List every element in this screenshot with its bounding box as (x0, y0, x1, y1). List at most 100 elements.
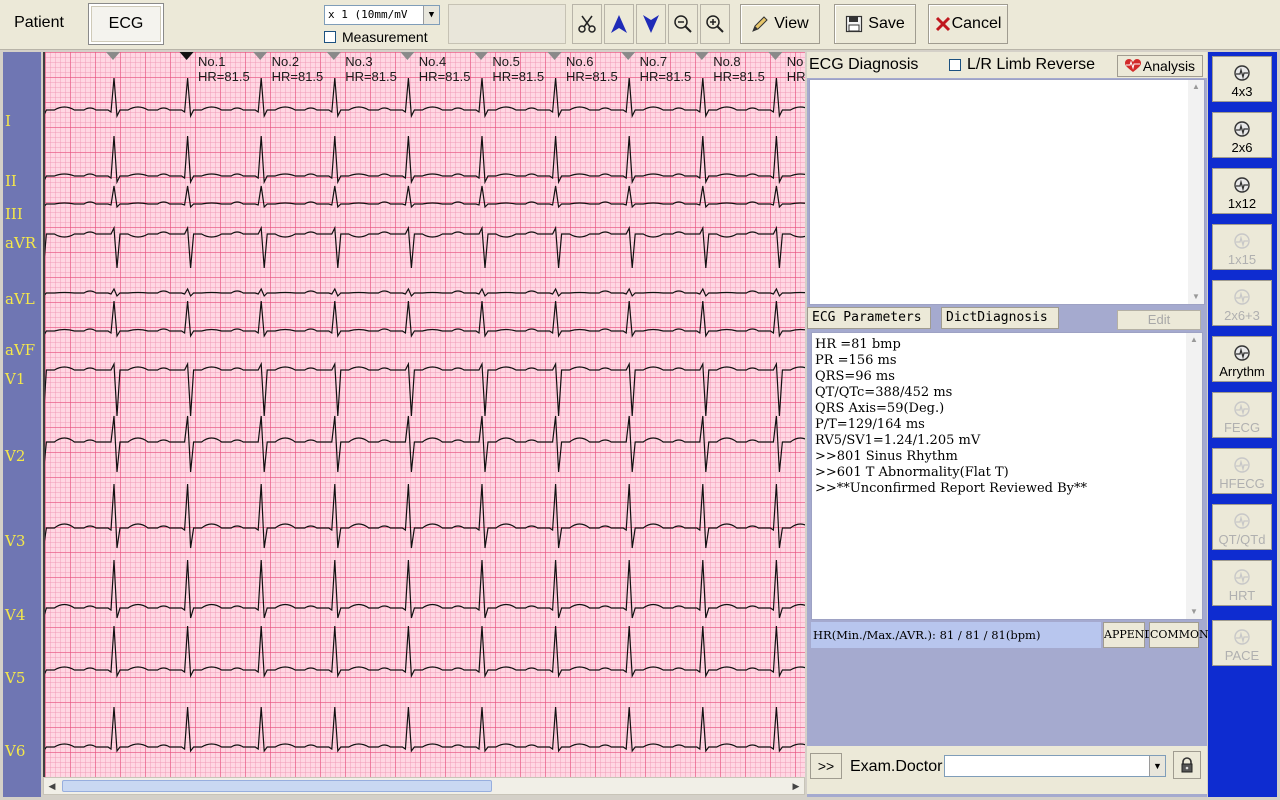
beat-heart-rate: HR=81.5 (566, 69, 618, 84)
beat-heart-rate: HR=81.5 (271, 69, 324, 84)
diagnosis-panel: ECG Diagnosis L/R Limb Reverse Analysis … (807, 52, 1209, 797)
tab-patient[interactable]: Patient (2, 3, 76, 45)
close-icon (935, 16, 950, 32)
limb-reverse-checkbox-row[interactable]: L/R Limb Reverse (949, 56, 1095, 74)
disabled-layout-icon (1234, 233, 1250, 249)
layout-button-4x3[interactable]: 4x3 (1212, 56, 1272, 102)
gain-select[interactable]: x 1 (10mm/mV ▼ (324, 5, 440, 25)
top-toolbar: Patient ECG x 1 (10mm/mV ▼ Measurement V… (0, 0, 1280, 50)
zoom-out-button[interactable] (668, 4, 698, 44)
arrow-down-icon (643, 15, 659, 33)
layout-button-label: HRT (1228, 588, 1256, 603)
toolbar-blank-field (448, 4, 566, 44)
view-button[interactable]: View (740, 4, 820, 44)
parameter-line: QT/QTc=388/452 ms (815, 385, 953, 400)
arrow-up-icon (611, 15, 627, 33)
lock-button[interactable] (1173, 751, 1201, 779)
disabled-layout-icon (1234, 457, 1250, 473)
save-button[interactable]: Save (834, 4, 916, 44)
layout-button-qt-qtd[interactable]: QT/QTd (1212, 504, 1272, 550)
horizontal-scrollbar[interactable]: ◀ ▶ (43, 777, 805, 795)
ecg-trace-avr (45, 225, 805, 269)
edit-button[interactable]: Edit (1117, 310, 1201, 330)
beat-label: No.7 HR=81.5 (640, 54, 692, 84)
tab-ecg[interactable]: ECG (88, 3, 164, 45)
beat-number: No.8 (713, 54, 741, 69)
measurement-label: Measurement (342, 29, 428, 45)
chevron-down-icon[interactable]: ▼ (1149, 756, 1165, 776)
ecg-waveforms (45, 52, 805, 753)
cut-button[interactable] (572, 4, 602, 44)
layout-button-label: 1x12 (1227, 196, 1257, 211)
layout-button-hfecg[interactable]: HFECG (1212, 448, 1272, 494)
diagnosis-scrollbar[interactable]: ▲ ▼ (1188, 80, 1204, 304)
parameter-scrollbar[interactable]: ▲ ▼ (1186, 333, 1202, 619)
measurement-checkbox-row[interactable]: Measurement (324, 28, 428, 46)
beat-label: No.4 HR=81.5 (419, 54, 471, 84)
scroll-up-icon[interactable]: ▲ (1188, 80, 1204, 94)
beat-label: No.1 HR=81.5 (198, 54, 250, 84)
parameter-lines: HR =81 bmp PR =156 ms QRS=96 ms QT/QTc=388/… (815, 337, 1087, 497)
heart-monitor-icon (1234, 345, 1250, 361)
append-button[interactable]: APPEND (1103, 622, 1153, 648)
beat-heart-rate: HR=81.5 (639, 69, 692, 84)
gain-down-button[interactable] (636, 4, 666, 44)
chevron-down-icon[interactable]: ▼ (423, 6, 439, 24)
disabled-layout-icon (1234, 513, 1250, 529)
diagnosis-text-area[interactable]: ▲ ▼ (809, 79, 1205, 305)
scissors-icon (578, 15, 596, 33)
heart-monitor-icon (1234, 121, 1250, 137)
layout-button-2x6-3[interactable]: 2x6+3 (1212, 280, 1272, 326)
cancel-button[interactable]: Cancel (928, 4, 1008, 44)
layout-button-1x12[interactable]: 1x12 (1212, 168, 1272, 214)
limb-reverse-label: L/R Limb Reverse (967, 56, 1096, 73)
scroll-left-icon[interactable]: ◀ (44, 778, 60, 794)
analysis-button[interactable]: Analysis (1117, 55, 1203, 77)
lead-label-avf: aVF (5, 341, 36, 359)
tab-dict-diagnosis[interactable]: DictDiagnosis (941, 307, 1059, 329)
hr-summary-row: HR(Min./Max./AVR.): 81 / 81 / 81(bpm) AP… (811, 622, 1209, 648)
measurement-checkbox[interactable] (324, 31, 336, 43)
zoom-out-icon (674, 15, 692, 33)
beat-number: No (786, 54, 804, 69)
common-button[interactable]: COMMON (1149, 622, 1209, 648)
gain-up-button[interactable] (604, 4, 634, 44)
tab-ecg-parameters[interactable]: ECG Parameters (807, 307, 931, 329)
disabled-layout-icon (1234, 289, 1250, 305)
diagnosis-title: ECG Diagnosis (809, 56, 919, 73)
gain-value: x 1 (10mm/mV (328, 8, 408, 21)
lead-label-v6: V6 (5, 742, 26, 760)
parameter-text-area[interactable]: HR =81 bmp PR =156 ms QRS=96 ms QT/QTc=388/… (811, 332, 1203, 620)
cancel-label: Cancel (951, 15, 1002, 32)
ecg-trace-v4 (45, 559, 805, 619)
save-label: Save (868, 15, 905, 32)
layout-button-fecg[interactable]: FECG (1212, 392, 1272, 438)
beat-label: No.2 HR=81.5 (272, 54, 324, 84)
exam-doctor-select[interactable]: ▼ (944, 755, 1166, 777)
scroll-down-icon[interactable]: ▼ (1186, 605, 1202, 619)
beat-number: No.7 (639, 54, 668, 69)
exam-doctor-row: >> Exam.Doctor ▼ (807, 746, 1207, 794)
beat-heart-rate: HR=81.5 (198, 69, 250, 84)
scroll-right-icon[interactable]: ▶ (788, 778, 804, 794)
limb-reverse-checkbox[interactable] (949, 59, 961, 71)
layout-button-arrythm[interactable]: Arrythm (1212, 336, 1272, 382)
layout-button-2x6[interactable]: 2x6 (1212, 112, 1272, 158)
lead-label-iii: III (5, 205, 23, 223)
lead-label-v2: V2 (5, 447, 26, 465)
scroll-down-icon[interactable]: ▼ (1188, 290, 1204, 304)
scroll-thumb[interactable] (62, 780, 492, 792)
layout-button-hrt[interactable]: HRT (1212, 560, 1272, 606)
zoom-in-button[interactable] (700, 4, 730, 44)
layout-button-pace[interactable]: PACE (1212, 620, 1272, 666)
exam-doctor-label: Exam.Doctor (850, 758, 943, 775)
lead-label-i: I (5, 112, 11, 130)
ecg-waveform-area[interactable]: No.1 HR=81.5 No.2 HR=81.5 No.3 HR=81.5 No.4 HR=… (43, 52, 805, 777)
disabled-layout-icon (1234, 629, 1250, 645)
scroll-up-icon[interactable]: ▲ (1186, 333, 1202, 347)
ecg-trace-avl (45, 287, 805, 298)
layout-button-1x15[interactable]: 1x15 (1212, 224, 1272, 270)
expand-button[interactable]: >> (810, 753, 842, 779)
beat-heart-rate: HR (786, 69, 805, 84)
beat-label: No.6 HR=81.5 (566, 54, 618, 84)
